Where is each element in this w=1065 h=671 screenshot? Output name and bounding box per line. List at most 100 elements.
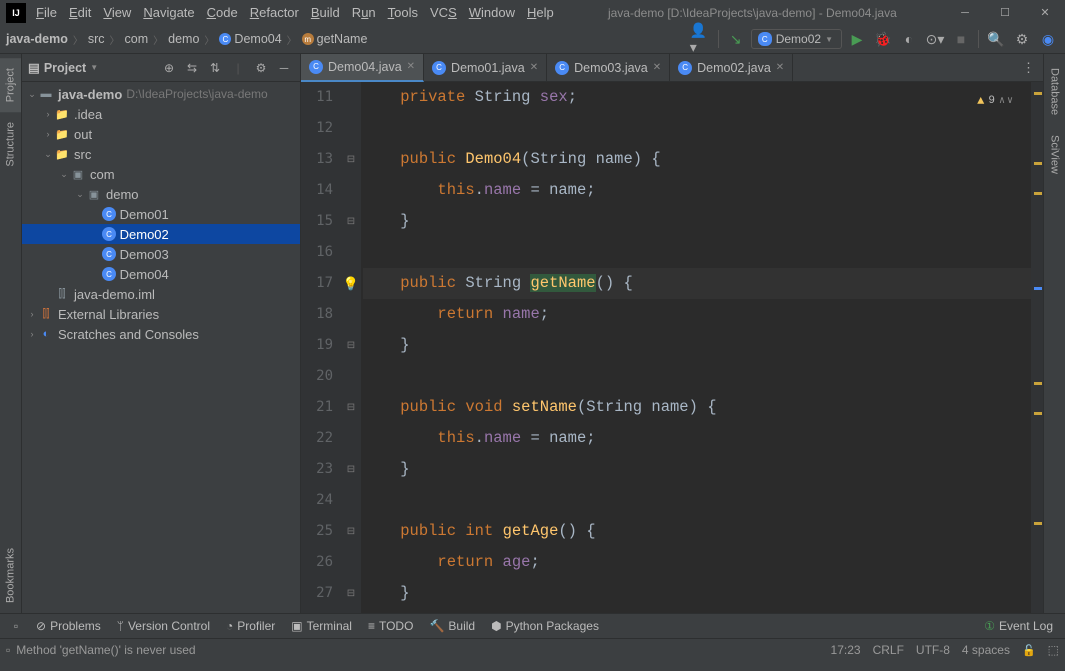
code-content[interactable]: ▲ 9 ∧∨ private String sex; public Demo04… (361, 82, 1043, 613)
settings-icon[interactable]: ⚙ (251, 58, 271, 78)
menu-build[interactable]: Build (305, 2, 346, 23)
bc-src[interactable]: src (88, 32, 105, 46)
side-tab-database[interactable]: Database (1044, 58, 1065, 125)
tab-terminal[interactable]: ▣Terminal (285, 617, 358, 635)
menu-code[interactable]: Code (201, 2, 244, 23)
tabs-more-icon[interactable]: ⋮ (1014, 60, 1043, 76)
hide-icon[interactable]: ─ (274, 58, 294, 78)
ide-icon[interactable]: ◉ (1037, 28, 1059, 50)
tab-profiler[interactable]: ◔Profiler (220, 617, 281, 635)
tab-todo[interactable]: ≡TODO (362, 617, 419, 635)
menu-edit[interactable]: Edit (63, 2, 97, 23)
menu-refactor[interactable]: Refactor (244, 2, 305, 23)
tree-src[interactable]: ⌄ 📁 src (22, 144, 300, 164)
collapse-icon[interactable]: ⊟ (341, 330, 361, 361)
settings-icon[interactable]: ⚙ (1011, 28, 1033, 50)
tab-eventlog[interactable]: ①Event Log (978, 617, 1059, 635)
close-icon[interactable]: ✕ (407, 61, 415, 72)
chevron-right-icon[interactable]: › (26, 309, 38, 319)
select-opened-icon[interactable]: ⊕ (159, 58, 179, 78)
chevron-right-icon[interactable]: › (42, 129, 54, 139)
lock-icon[interactable]: 🔓 (1022, 644, 1036, 657)
collapse-icon[interactable]: ⊟ (341, 516, 361, 547)
side-tab-sciview[interactable]: SciView (1044, 125, 1065, 184)
bc-method[interactable]: mgetName (302, 32, 368, 46)
menu-help[interactable]: Help (521, 2, 560, 23)
side-tab-structure[interactable]: Structure (0, 112, 21, 177)
close-icon[interactable]: ✕ (776, 62, 784, 73)
chevron-right-icon[interactable]: › (26, 329, 38, 339)
collapse-all-icon[interactable]: ⇅ (205, 58, 225, 78)
menu-view[interactable]: View (97, 2, 137, 23)
collapse-icon[interactable]: ⊟ (341, 578, 361, 609)
tree-com[interactable]: ⌄ ▣ com (22, 164, 300, 184)
collapse-icon[interactable]: ⊟ (341, 206, 361, 237)
menu-window[interactable]: Window (463, 2, 521, 23)
menu-navigate[interactable]: Navigate (137, 2, 200, 23)
menu-tools[interactable]: Tools (382, 2, 424, 23)
menu-file[interactable]: File (30, 2, 63, 23)
status-line-ending[interactable]: CRLF (873, 643, 904, 657)
tree-idea[interactable]: › 📁 .idea (22, 104, 300, 124)
stop-button[interactable]: ■ (950, 28, 972, 50)
coverage-button[interactable]: ◐ (898, 28, 920, 50)
close-button[interactable]: ✕ (1025, 0, 1065, 25)
tree-demo04[interactable]: C Demo04 (22, 264, 300, 284)
run-button[interactable]: ▶ (846, 28, 868, 50)
tree-out[interactable]: › 📁 out (22, 124, 300, 144)
tab-problems[interactable]: ⊘Problems (30, 617, 107, 635)
add-config-icon[interactable]: 👤▾ (690, 28, 712, 50)
build-icon[interactable]: ↘ (725, 28, 747, 50)
tab-python[interactable]: ⬢Python Packages (485, 617, 605, 635)
chevron-down-icon[interactable]: ⌄ (74, 189, 86, 200)
collapse-icon[interactable]: ⊟ (341, 144, 361, 175)
quick-list-icon[interactable]: ▫ (6, 643, 10, 657)
tree-demo[interactable]: ⌄ ▣ demo (22, 184, 300, 204)
status-indent[interactable]: 4 spaces (962, 643, 1010, 657)
tree-root[interactable]: ⌄ ▬ java-demoD:\IdeaProjects\java-demo (22, 84, 300, 104)
run-config-selector[interactable]: C Demo02 ▼ (751, 29, 842, 49)
project-panel-title[interactable]: ▤ Project ▼ (28, 60, 153, 75)
project-tree[interactable]: ⌄ ▬ java-demoD:\IdeaProjects\java-demo ›… (22, 82, 300, 613)
inspection-widget[interactable]: ▲ 9 ∧∨ (977, 86, 1013, 117)
toolwindow-button[interactable]: ▫ (6, 616, 26, 636)
tree-demo02[interactable]: C Demo02 (22, 224, 300, 244)
close-icon[interactable]: ✕ (653, 62, 661, 73)
collapse-icon[interactable]: ⊟ (341, 392, 361, 423)
tab-demo01[interactable]: C Demo01.java ✕ (424, 54, 547, 82)
menu-run[interactable]: Run (346, 2, 382, 23)
collapse-icon[interactable]: ⊟ (341, 454, 361, 485)
expand-all-icon[interactable]: ⇆ (182, 58, 202, 78)
tab-demo02[interactable]: C Demo02.java ✕ (670, 54, 793, 82)
intention-bulb-icon[interactable]: 💡 (343, 276, 359, 292)
ide-status-icon[interactable]: ⬚ (1048, 643, 1059, 657)
bc-com[interactable]: com (125, 32, 149, 46)
tree-iml[interactable]: ⫿⫿ java-demo.iml (22, 284, 300, 304)
maximize-button[interactable]: ☐ (985, 0, 1025, 25)
tree-demo03[interactable]: C Demo03 (22, 244, 300, 264)
menu-vcs[interactable]: VCS (424, 2, 463, 23)
tree-extlib[interactable]: › ⫿⫿ External Libraries (22, 304, 300, 324)
minimize-button[interactable]: ─ (945, 0, 985, 25)
tab-vc[interactable]: ᛘVersion Control (111, 617, 216, 635)
status-encoding[interactable]: UTF-8 (916, 643, 950, 657)
next-error-icon[interactable]: ∨ (1007, 86, 1013, 117)
prev-error-icon[interactable]: ∧ (999, 86, 1005, 117)
search-icon[interactable]: 🔍 (985, 28, 1007, 50)
tab-demo04[interactable]: C Demo04.java ✕ (301, 54, 424, 82)
chevron-right-icon[interactable]: › (42, 109, 54, 119)
tab-build[interactable]: 🔨Build (423, 617, 481, 635)
tree-scratch[interactable]: › ◐ Scratches and Consoles (22, 324, 300, 344)
chevron-down-icon[interactable]: ⌄ (58, 169, 70, 180)
bc-demo[interactable]: demo (168, 32, 199, 46)
close-icon[interactable]: ✕ (530, 62, 538, 73)
bc-project[interactable]: java-demo (6, 32, 68, 46)
side-tab-bookmarks[interactable]: Bookmarks (0, 538, 21, 613)
debug-button[interactable]: 🐞 (872, 28, 894, 50)
tab-demo03[interactable]: C Demo03.java ✕ (547, 54, 670, 82)
chevron-down-icon[interactable]: ⌄ (42, 149, 54, 160)
bc-class[interactable]: CDemo04 (219, 32, 281, 46)
error-stripe[interactable] (1031, 82, 1043, 613)
editor-body[interactable]: 111213141516171819202122232425262728 ⊟ ⊟… (301, 82, 1043, 613)
tree-demo01[interactable]: C Demo01 (22, 204, 300, 224)
